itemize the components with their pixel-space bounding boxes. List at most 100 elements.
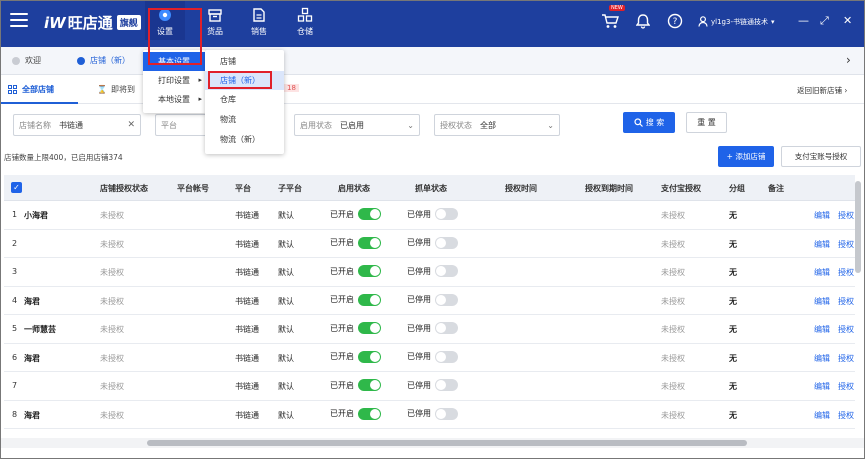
table-row[interactable]: 8 海君 未授权 书链通 默认 已开启 已停用 未授权 无 编辑 授权 [4, 401, 855, 429]
authorize-link[interactable]: 授权 [838, 324, 854, 335]
table-row[interactable]: 3 未授权 书链通 默认 已开启 已停用 未授权 无 编辑 授权 [4, 258, 855, 287]
warehouse-icon [297, 7, 313, 22]
row-index: 7 [12, 381, 18, 390]
help-icon[interactable]: ? [667, 13, 683, 31]
authorize-link[interactable]: 授权 [838, 410, 854, 421]
authorize-link[interactable]: 授权 [838, 381, 854, 392]
row-index: 4 [12, 295, 18, 305]
user-menu[interactable]: yl1g3-书链通技术 ▾ [698, 16, 774, 27]
store-name-filter[interactable]: 店铺名称 书链通 ✕ [13, 114, 141, 136]
enable-status: 已开启 [330, 293, 381, 306]
table-row[interactable]: 7 未授权 书链通 默认 已开启 已停用 未授权 无 编辑 授权 [4, 372, 855, 401]
cart-icon[interactable]: NEW [601, 5, 625, 29]
tab-all-stores[interactable]: 全部店铺 [0, 76, 78, 104]
menu-item-print-settings[interactable]: 打印设置 ▸ [143, 71, 206, 90]
table-row[interactable]: 1 小海君 未授权 书链通 默认 已开启 已停用 未授权 无 编辑 授权 [4, 201, 855, 230]
minimize-icon[interactable]: — [798, 14, 809, 27]
enable-status: 已开启 [330, 350, 381, 363]
auth-status: 未授权 [100, 211, 124, 220]
grab-status-text: 已停用 [407, 352, 431, 361]
enable-toggle[interactable] [358, 236, 381, 249]
nav-sales[interactable]: 销售 [239, 7, 279, 37]
maximize-icon[interactable]: ⤢ [820, 14, 829, 28]
auth-status: 未授权 [100, 353, 124, 363]
edit-link[interactable]: 编辑 [814, 353, 830, 364]
authorize-link[interactable]: 授权 [838, 353, 854, 364]
enable-toggle[interactable] [358, 407, 381, 420]
auth-status: 未授权 [100, 410, 124, 420]
grab-toggle[interactable] [435, 236, 458, 249]
table-row[interactable]: 6 海君 未授权 书链通 默认 已开启 已停用 未授权 无 编辑 授权 [4, 344, 855, 372]
table-row[interactable]: 4 海君 未授权 书链通 默认 已开启 已停用 未授权 无 编辑 授权 [4, 287, 855, 315]
grab-toggle[interactable] [435, 293, 458, 306]
edit-link[interactable]: 编辑 [814, 296, 830, 307]
grab-status: 已停用 [407, 322, 458, 334]
table-row[interactable]: 2 未授权 书链通 默认 已开启 已停用 未授权 无 编辑 授权 [4, 230, 855, 258]
grab-status: 已停用 [407, 236, 458, 249]
horizontal-scrollbar[interactable] [147, 440, 747, 446]
menu-item-store[interactable]: 店铺 [205, 52, 284, 71]
edit-link[interactable]: 编辑 [814, 210, 830, 221]
enable-toggle[interactable] [358, 350, 381, 363]
close-icon[interactable]: ✕ [843, 14, 852, 27]
menu-icon[interactable] [10, 13, 28, 27]
authorize-link[interactable]: 授权 [838, 239, 854, 250]
enable-status-filter[interactable]: 启用状态 已启用 ⌄ [294, 114, 420, 136]
grab-toggle[interactable] [435, 350, 458, 363]
col-grab-status: 抓单状态 [415, 184, 447, 193]
enable-toggle[interactable] [358, 322, 381, 334]
authorize-link[interactable]: 授权 [838, 210, 854, 221]
search-button[interactable]: 搜 索 [623, 112, 675, 133]
add-store-button[interactable]: + 添加店铺 [718, 146, 774, 167]
nav-warehouse[interactable]: 仓储 [285, 7, 325, 37]
authorize-link[interactable]: 授权 [838, 296, 854, 307]
col-group: 分组 [729, 184, 745, 193]
chevron-right-icon[interactable]: › [846, 53, 851, 67]
grab-status: 已停用 [407, 208, 458, 220]
clear-icon[interactable]: ✕ [127, 120, 135, 130]
enable-toggle[interactable] [358, 293, 381, 306]
tab-dot-icon [77, 56, 85, 65]
grab-toggle[interactable] [435, 265, 458, 277]
group: 无 [729, 239, 737, 249]
col-sub-platform: 子平台 [278, 184, 302, 193]
tab-store-new[interactable]: 店铺（新） [77, 55, 130, 66]
menu-item-local-settings[interactable]: 本地设置 ▸ [143, 90, 206, 109]
auth-status-filter[interactable]: 授权状态 全部 ⌄ [434, 114, 560, 136]
enable-toggle[interactable] [358, 208, 381, 220]
sub-platform: 默认 [278, 239, 294, 249]
tab-welcome[interactable]: 欢迎 [12, 55, 41, 66]
edit-link[interactable]: 编辑 [814, 381, 830, 392]
tab-expiring[interactable]: ⌛ 即将到 [97, 84, 135, 95]
select-all-checkbox[interactable]: ✓ [11, 182, 22, 193]
alipay-auth-button[interactable]: 支付宝账号授权 [781, 146, 861, 167]
enable-toggle[interactable] [358, 265, 381, 277]
edit-link[interactable]: 编辑 [814, 267, 830, 278]
edit-link[interactable]: 编辑 [814, 239, 830, 250]
table-row[interactable]: 5 一师慧芸 未授权 书链通 默认 已开启 已停用 未授权 无 编辑 授权 [4, 315, 855, 344]
menu-item-logistics[interactable]: 物流 [205, 110, 284, 129]
menu-item-warehouse[interactable]: 仓库 [205, 90, 284, 109]
reset-button[interactable]: 重 置 [686, 112, 727, 133]
document-icon [253, 8, 265, 22]
vertical-scrollbar[interactable] [855, 181, 861, 273]
enable-status-text: 已开启 [330, 380, 354, 390]
authorize-link[interactable]: 授权 [838, 267, 854, 278]
menu-item-logistics-new[interactable]: 物流（新） [205, 130, 284, 149]
enable-status: 已开启 [330, 407, 381, 420]
bell-icon[interactable] [635, 13, 651, 31]
col-enable-status: 启用状态 [338, 184, 370, 193]
grab-toggle[interactable] [435, 379, 458, 391]
grab-toggle[interactable] [435, 407, 458, 420]
edit-link[interactable]: 编辑 [814, 410, 830, 421]
enable-toggle[interactable] [358, 379, 381, 391]
box-icon [208, 9, 222, 22]
grab-toggle[interactable] [435, 208, 458, 220]
edit-link[interactable]: 编辑 [814, 324, 830, 335]
col-auth-expire: 授权到期时间 [585, 184, 633, 193]
enable-status: 已开启 [330, 208, 381, 220]
grab-toggle[interactable] [435, 322, 458, 334]
enable-status-text: 已开启 [330, 266, 354, 276]
back-old-link[interactable]: 返回旧新店铺 › [797, 85, 847, 96]
row-index: 2 [12, 238, 18, 248]
